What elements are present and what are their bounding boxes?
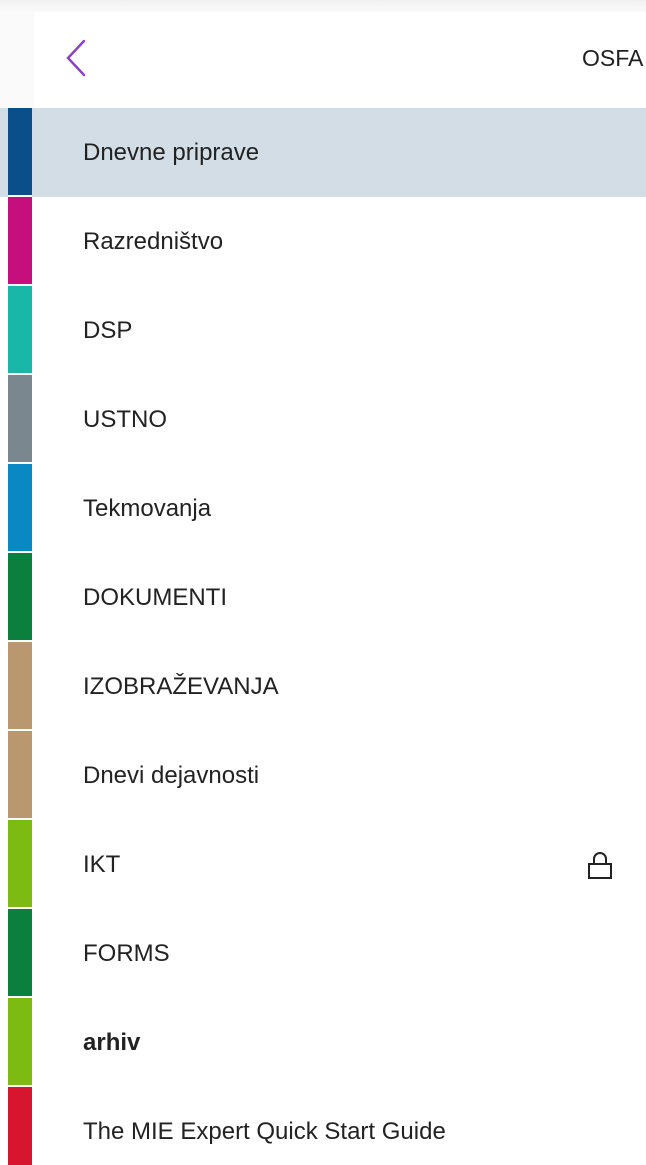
section-item[interactable]: USTNO <box>0 375 646 464</box>
section-label: IZOBRAŽEVANJA <box>83 673 279 700</box>
section-color-tab <box>8 286 32 373</box>
section-item[interactable]: IZOBRAŽEVANJA <box>0 642 646 731</box>
section-item[interactable]: FORMS <box>0 909 646 998</box>
section-color-tab <box>8 197 32 284</box>
section-label: USTNO <box>83 406 167 433</box>
top-strip <box>0 0 646 12</box>
section-label: DOKUMENTI <box>83 584 227 611</box>
section-color-tab <box>8 108 32 195</box>
section-item[interactable]: IKT <box>0 820 646 909</box>
section-item[interactable]: Dnevi dejavnosti <box>0 731 646 820</box>
section-color-tab <box>8 375 32 462</box>
section-color-tab <box>8 820 32 907</box>
section-item[interactable]: Razredništvo <box>0 197 646 286</box>
section-label: Razredništvo <box>83 228 224 255</box>
lock-icon <box>588 852 612 879</box>
notebook-title[interactable]: OSFA <box>582 45 646 72</box>
section-color-tab <box>8 998 32 1085</box>
left-gutter <box>0 12 34 108</box>
onenote-navigation-pane: OSFA Dnevne priprave Razredništvo DSP USTNO… <box>0 0 646 1165</box>
section-label: Dnevne priprave <box>83 139 260 166</box>
section-label: arhiv <box>83 1029 141 1056</box>
section-label: DSP <box>83 317 133 344</box>
section-item[interactable]: Tekmovanja <box>0 464 646 553</box>
section-item[interactable]: DOKUMENTI <box>0 553 646 642</box>
section-color-tab <box>8 731 32 818</box>
section-color-tab <box>8 553 32 640</box>
section-list: Dnevne priprave Razredništvo DSP USTNO Tekmo… <box>0 108 646 1165</box>
section-color-tab <box>8 909 32 996</box>
section-item[interactable]: Dnevne priprave <box>0 108 646 197</box>
section-color-tab <box>8 1087 32 1165</box>
chevron-left-icon <box>66 39 86 77</box>
section-label: Tekmovanja <box>83 495 212 522</box>
section-item[interactable]: The MIE Expert Quick Start Guide <box>0 1087 646 1165</box>
section-item[interactable]: arhiv <box>0 998 646 1087</box>
section-label: FORMS <box>83 940 170 967</box>
section-label: Dnevi dejavnosti <box>83 762 260 789</box>
section-label: IKT <box>83 851 121 878</box>
section-label: The MIE Expert Quick Start Guide <box>83 1118 446 1145</box>
back-button[interactable] <box>58 36 94 80</box>
section-color-tab <box>8 464 32 551</box>
section-item[interactable]: DSP <box>0 286 646 375</box>
section-color-tab <box>8 642 32 729</box>
notebook-header: OSFA <box>34 12 646 108</box>
